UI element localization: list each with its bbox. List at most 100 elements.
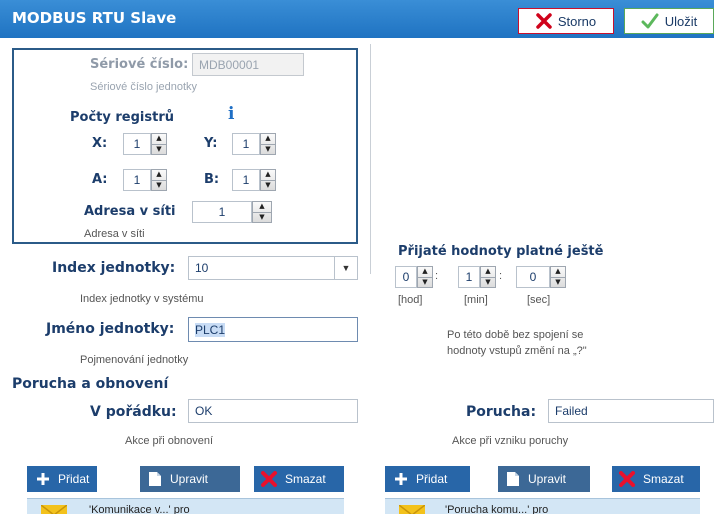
minutes-stepper[interactable]: 1 ▲ ▼ bbox=[458, 266, 496, 288]
fail-action-list[interactable]: 'Porucha komu...' pro bbox=[385, 498, 700, 514]
delete-x-icon bbox=[261, 471, 277, 487]
hours-arrows[interactable]: ▲ ▼ bbox=[417, 266, 433, 288]
fail-input[interactable]: Failed bbox=[548, 399, 714, 423]
minutes-arrows[interactable]: ▲ ▼ bbox=[480, 266, 496, 288]
save-label: Uložit bbox=[664, 13, 698, 29]
b-stepper-arrows[interactable]: ▲ ▼ bbox=[260, 169, 276, 191]
serial-help: Sériové číslo jednotky bbox=[90, 81, 197, 93]
arrow-down-icon[interactable]: ▼ bbox=[261, 181, 275, 191]
arrow-down-icon[interactable]: ▼ bbox=[253, 213, 271, 223]
hours-unit: [hod] bbox=[398, 294, 423, 306]
arrow-down-icon[interactable]: ▼ bbox=[418, 278, 432, 288]
name-input-value: PLC1 bbox=[195, 322, 226, 337]
a-stepper-value[interactable]: 1 bbox=[123, 169, 151, 191]
arrow-down-icon[interactable]: ▼ bbox=[551, 278, 565, 288]
name-label: Jméno jednotky: bbox=[46, 321, 175, 337]
delete-fail-action-button[interactable]: Smazat bbox=[612, 466, 700, 492]
x-stepper-arrows[interactable]: ▲ ▼ bbox=[151, 133, 167, 155]
name-help: Pojmenování jednotky bbox=[80, 354, 189, 366]
seconds-unit: [sec] bbox=[527, 294, 551, 306]
y-stepper-value[interactable]: 1 bbox=[232, 133, 260, 155]
plus-icon bbox=[37, 473, 49, 485]
arrow-down-icon[interactable]: ▼ bbox=[261, 145, 275, 155]
hours-value[interactable]: 0 bbox=[395, 266, 417, 288]
registers-label: Počty registrů bbox=[70, 110, 174, 125]
save-button[interactable]: Uložit bbox=[624, 8, 714, 34]
arrow-down-icon[interactable]: ▼ bbox=[152, 145, 166, 155]
ok-input[interactable]: OK bbox=[188, 399, 358, 423]
index-select[interactable]: 10 ▼ bbox=[188, 256, 358, 280]
seconds-stepper[interactable]: 0 ▲ ▼ bbox=[516, 266, 566, 288]
seconds-arrows[interactable]: ▲ ▼ bbox=[550, 266, 566, 288]
index-help: Index jednotky v systému bbox=[80, 293, 204, 305]
hours-stepper[interactable]: 0 ▲ ▼ bbox=[395, 266, 433, 288]
ok-label: V pořádku: bbox=[90, 404, 177, 420]
index-label: Index jednotky: bbox=[52, 260, 176, 276]
arrow-down-icon[interactable]: ▼ bbox=[481, 278, 495, 288]
config-panel bbox=[12, 48, 358, 244]
fail-help: Akce při vzniku poruchy bbox=[452, 435, 569, 447]
serial-label: Sériové číslo: bbox=[90, 57, 189, 72]
validity-note-line2: hodnoty vstupů změní na „?" bbox=[447, 345, 587, 357]
edit-ok-action-button[interactable]: Upravit bbox=[140, 466, 240, 492]
arrow-up-icon[interactable]: ▲ bbox=[261, 170, 275, 181]
edit-label: Upravit bbox=[528, 472, 567, 486]
storno-label: Storno bbox=[557, 13, 597, 29]
storno-button[interactable]: Storno bbox=[518, 8, 614, 34]
plus-icon bbox=[395, 473, 407, 485]
arrow-up-icon[interactable]: ▲ bbox=[551, 267, 565, 278]
info-icon[interactable]: i bbox=[228, 104, 234, 124]
fault-section-label: Porucha a obnovení bbox=[12, 376, 169, 392]
vertical-divider bbox=[370, 44, 371, 274]
x-stepper[interactable]: 1 ▲ ▼ bbox=[123, 133, 167, 155]
delete-label: Smazat bbox=[285, 472, 326, 486]
arrow-up-icon[interactable]: ▲ bbox=[152, 170, 166, 181]
address-stepper[interactable]: 1 ▲ ▼ bbox=[192, 201, 272, 223]
add-label: Přidat bbox=[58, 472, 90, 486]
b-stepper-value[interactable]: 1 bbox=[232, 169, 260, 191]
arrow-down-icon[interactable]: ▼ bbox=[152, 181, 166, 191]
a-stepper-arrows[interactable]: ▲ ▼ bbox=[151, 169, 167, 191]
seconds-value[interactable]: 0 bbox=[516, 266, 550, 288]
address-help: Adresa v síti bbox=[84, 228, 145, 240]
y-stepper[interactable]: 1 ▲ ▼ bbox=[232, 133, 276, 155]
a-label: A: bbox=[92, 172, 108, 187]
add-fail-action-button[interactable]: Přidat bbox=[385, 466, 470, 492]
validity-label: Přijaté hodnoty platné ještě bbox=[398, 244, 604, 259]
edit-fail-action-button[interactable]: Upravit bbox=[498, 466, 590, 492]
arrow-up-icon[interactable]: ▲ bbox=[152, 134, 166, 145]
validity-note-line1: Po této době bez spojení se bbox=[447, 329, 584, 341]
a-stepper[interactable]: 1 ▲ ▼ bbox=[123, 169, 167, 191]
edit-label: Upravit bbox=[170, 472, 209, 486]
ok-help: Akce při obnovení bbox=[125, 435, 214, 447]
address-stepper-arrows[interactable]: ▲ ▼ bbox=[252, 201, 272, 223]
x-stepper-value[interactable]: 1 bbox=[123, 133, 151, 155]
b-stepper[interactable]: 1 ▲ ▼ bbox=[232, 169, 276, 191]
time-separator: : bbox=[499, 270, 503, 282]
arrow-up-icon[interactable]: ▲ bbox=[481, 267, 495, 278]
index-select-value: 10 bbox=[195, 261, 209, 275]
minutes-unit: [min] bbox=[464, 294, 488, 306]
delete-label: Smazat bbox=[643, 472, 684, 486]
delete-ok-action-button[interactable]: Smazat bbox=[254, 466, 344, 492]
close-x-icon bbox=[536, 13, 552, 29]
address-stepper-value[interactable]: 1 bbox=[192, 201, 252, 223]
time-separator: : bbox=[435, 270, 439, 282]
serial-input[interactable]: MDB00001 bbox=[192, 53, 304, 76]
chevron-down-icon[interactable]: ▼ bbox=[334, 257, 357, 279]
document-icon bbox=[149, 472, 161, 486]
b-label: B: bbox=[204, 172, 220, 187]
address-label: Adresa v síti bbox=[84, 204, 176, 219]
delete-x-icon bbox=[619, 471, 635, 487]
check-icon bbox=[641, 13, 659, 29]
add-ok-action-button[interactable]: Přidat bbox=[27, 466, 97, 492]
arrow-up-icon[interactable]: ▲ bbox=[418, 267, 432, 278]
ok-action-list[interactable]: 'Komunikace v...' pro bbox=[27, 498, 344, 514]
window-title: MODBUS RTU Slave bbox=[12, 9, 177, 27]
y-stepper-arrows[interactable]: ▲ ▼ bbox=[260, 133, 276, 155]
arrow-up-icon[interactable]: ▲ bbox=[261, 134, 275, 145]
arrow-up-icon[interactable]: ▲ bbox=[253, 202, 271, 213]
minutes-value[interactable]: 1 bbox=[458, 266, 480, 288]
name-input[interactable]: PLC1 bbox=[188, 317, 358, 342]
y-label: Y: bbox=[204, 136, 218, 151]
